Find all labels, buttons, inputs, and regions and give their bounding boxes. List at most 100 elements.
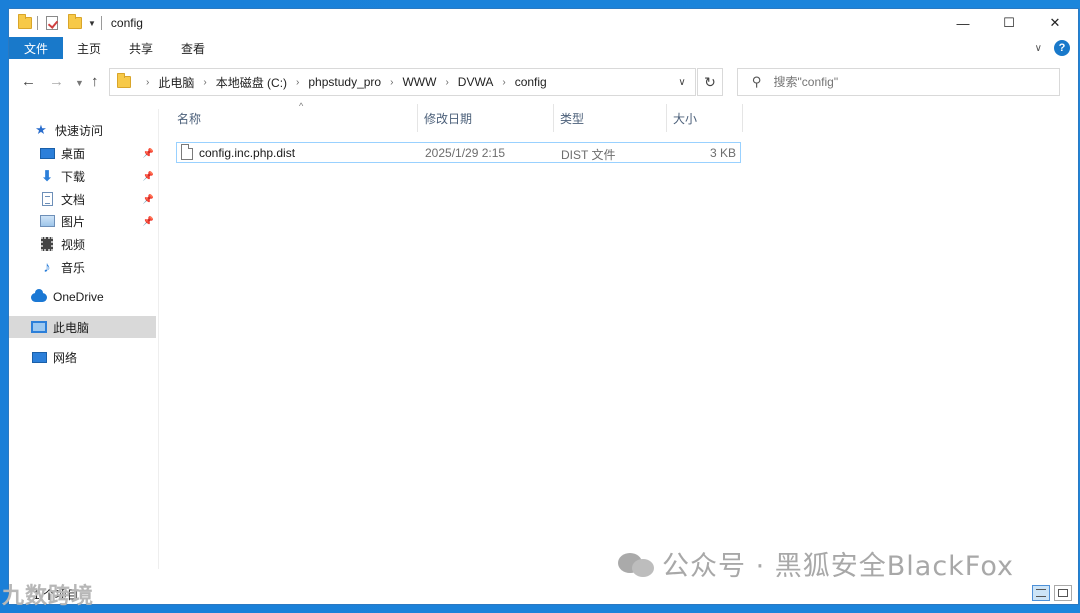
pin-icon[interactable]: 📌 xyxy=(143,194,154,205)
search-box[interactable]: ⚲ xyxy=(737,68,1060,96)
nav-onedrive[interactable]: OneDrive xyxy=(9,286,158,308)
window-title: config xyxy=(110,16,143,30)
crumb-phpstudy[interactable]: phpstudy_pro xyxy=(308,75,381,89)
large-icons-view-button[interactable] xyxy=(1054,585,1072,601)
nav-downloads[interactable]: ⬇ 下载 📌 xyxy=(9,165,158,187)
column-header-type[interactable]: 类型 xyxy=(560,104,584,132)
column-divider[interactable] xyxy=(417,104,418,132)
search-icon: ⚲ xyxy=(752,74,762,89)
column-divider[interactable] xyxy=(553,104,554,132)
nav-label: 下载 xyxy=(61,169,86,184)
nav-label: 视频 xyxy=(61,237,86,252)
nav-quick-access[interactable]: ★ 快速访问 xyxy=(9,119,158,141)
address-bar[interactable]: › 此电脑 › 本地磁盘 (C:) › phpstudy_pro › WWW ›… xyxy=(109,68,696,96)
divider xyxy=(37,16,38,30)
column-divider[interactable] xyxy=(742,104,743,132)
watermark-brand: 九数跨境 xyxy=(2,584,95,609)
watermark-text: 公众号 · 黑狐安全BlackFox xyxy=(662,551,1015,582)
refresh-button[interactable]: ↻ xyxy=(697,68,723,96)
search-input[interactable] xyxy=(773,75,1034,89)
pin-icon[interactable]: 📌 xyxy=(143,216,154,227)
back-button[interactable]: ← xyxy=(21,73,36,90)
divider xyxy=(100,16,102,30)
file-size: 3 KB xyxy=(709,146,736,160)
nav-label: OneDrive xyxy=(53,290,104,304)
status-bar: 1 个项目 xyxy=(9,582,1078,604)
ribbon-right: ∨ ? xyxy=(1035,40,1070,56)
file-type: DIST 文件 xyxy=(561,148,616,162)
view-switcher xyxy=(1032,585,1072,601)
tab-home[interactable]: 主页 xyxy=(63,37,115,59)
nav-network[interactable]: 网络 xyxy=(9,346,158,368)
details-view-button[interactable] xyxy=(1032,585,1050,601)
tab-view[interactable]: 查看 xyxy=(167,37,219,59)
crumb-thispc[interactable]: 此电脑 xyxy=(158,74,194,91)
desktop-icon xyxy=(39,145,55,161)
up-button[interactable]: ↑ xyxy=(91,73,99,90)
download-icon: ⬇ xyxy=(40,168,54,185)
picture-icon xyxy=(39,213,55,229)
column-divider[interactable] xyxy=(666,104,667,132)
wechat-logo xyxy=(618,549,656,579)
file-row[interactable]: config.inc.php.dist 2025/1/29 2:15 DIST … xyxy=(176,142,741,163)
video-icon xyxy=(39,236,55,252)
expand-ribbon-icon[interactable]: ∨ xyxy=(1035,43,1042,54)
explorer-window: ▼ config — ☐ ✕ 文件 主页 共享 查看 ∨ ? ← → ▼ ↑ ›… xyxy=(8,8,1079,605)
star-icon: ★ xyxy=(35,122,47,137)
chevron-right-icon[interactable]: › xyxy=(390,77,393,88)
network-icon xyxy=(31,349,47,365)
nav-documents[interactable]: 文档 📌 xyxy=(9,188,158,210)
help-icon[interactable]: ? xyxy=(1054,40,1070,56)
maximize-button[interactable]: ☐ xyxy=(986,9,1032,37)
chevron-right-icon[interactable]: › xyxy=(502,77,505,88)
column-header-date[interactable]: 修改日期 xyxy=(424,104,472,132)
file-name: config.inc.php.dist xyxy=(199,146,296,160)
crumb-config[interactable]: config xyxy=(515,75,547,89)
tab-file[interactable]: 文件 xyxy=(9,37,63,59)
forward-button[interactable]: → xyxy=(49,73,64,90)
music-icon: ♪ xyxy=(43,258,51,276)
document-icon xyxy=(39,191,55,207)
nav-label: 此电脑 xyxy=(53,320,90,335)
recent-locations-icon[interactable]: ▼ xyxy=(75,78,84,88)
address-row: ← → ▼ ↑ › 此电脑 › 本地磁盘 (C:) › phpstudy_pro… xyxy=(9,67,1078,99)
sort-ascending-icon: ^ xyxy=(299,101,304,111)
nav-label: 音乐 xyxy=(61,260,86,275)
nav-label: 桌面 xyxy=(61,146,86,161)
quick-access-toolbar: ▼ xyxy=(18,14,107,30)
crumb-dvwa[interactable]: DVWA xyxy=(458,75,494,89)
customize-toolbar-icon[interactable]: ▼ xyxy=(88,19,96,28)
chevron-right-icon[interactable]: › xyxy=(146,77,149,88)
crumb-www[interactable]: WWW xyxy=(402,75,436,89)
watermark: 公众号 · 黑狐安全BlackFox xyxy=(618,544,1014,583)
nav-label: 文档 xyxy=(61,192,86,207)
nav-thispc[interactable]: 此电脑 xyxy=(9,316,156,338)
address-dropdown-icon[interactable]: ∨ xyxy=(671,69,693,95)
chevron-right-icon[interactable]: › xyxy=(296,77,299,88)
nav-label: 图片 xyxy=(61,214,86,229)
file-date: 2025/1/29 2:15 xyxy=(425,146,506,160)
pin-icon[interactable]: 📌 xyxy=(143,148,154,159)
column-header-name[interactable]: 名称 xyxy=(177,104,201,132)
title-bar: ▼ config — ☐ ✕ xyxy=(9,9,1078,37)
file-icon xyxy=(181,144,193,160)
close-button[interactable]: ✕ xyxy=(1032,9,1078,37)
chevron-right-icon[interactable]: › xyxy=(203,77,206,88)
folder-icon xyxy=(117,73,131,88)
chevron-right-icon[interactable]: › xyxy=(445,77,448,88)
crumb-localdisk[interactable]: 本地磁盘 (C:) xyxy=(216,74,287,91)
nav-label: 网络 xyxy=(53,350,78,365)
minimize-button[interactable]: — xyxy=(940,9,986,37)
folder-icon[interactable] xyxy=(18,14,32,29)
new-folder-icon[interactable] xyxy=(68,14,82,29)
nav-music[interactable]: ♪ 音乐 xyxy=(9,256,158,278)
pin-icon[interactable]: 📌 xyxy=(143,171,154,182)
nav-label: 快速访问 xyxy=(55,123,104,138)
tab-share[interactable]: 共享 xyxy=(115,37,167,59)
nav-pictures[interactable]: 图片 📌 xyxy=(9,210,158,232)
breadcrumb: › 此电脑 › 本地磁盘 (C:) › phpstudy_pro › WWW ›… xyxy=(137,74,547,91)
nav-videos[interactable]: 视频 xyxy=(9,233,158,255)
properties-icon[interactable] xyxy=(46,16,58,30)
nav-desktop[interactable]: 桌面 📌 xyxy=(9,142,158,164)
column-header-size[interactable]: 大小 xyxy=(673,104,697,132)
